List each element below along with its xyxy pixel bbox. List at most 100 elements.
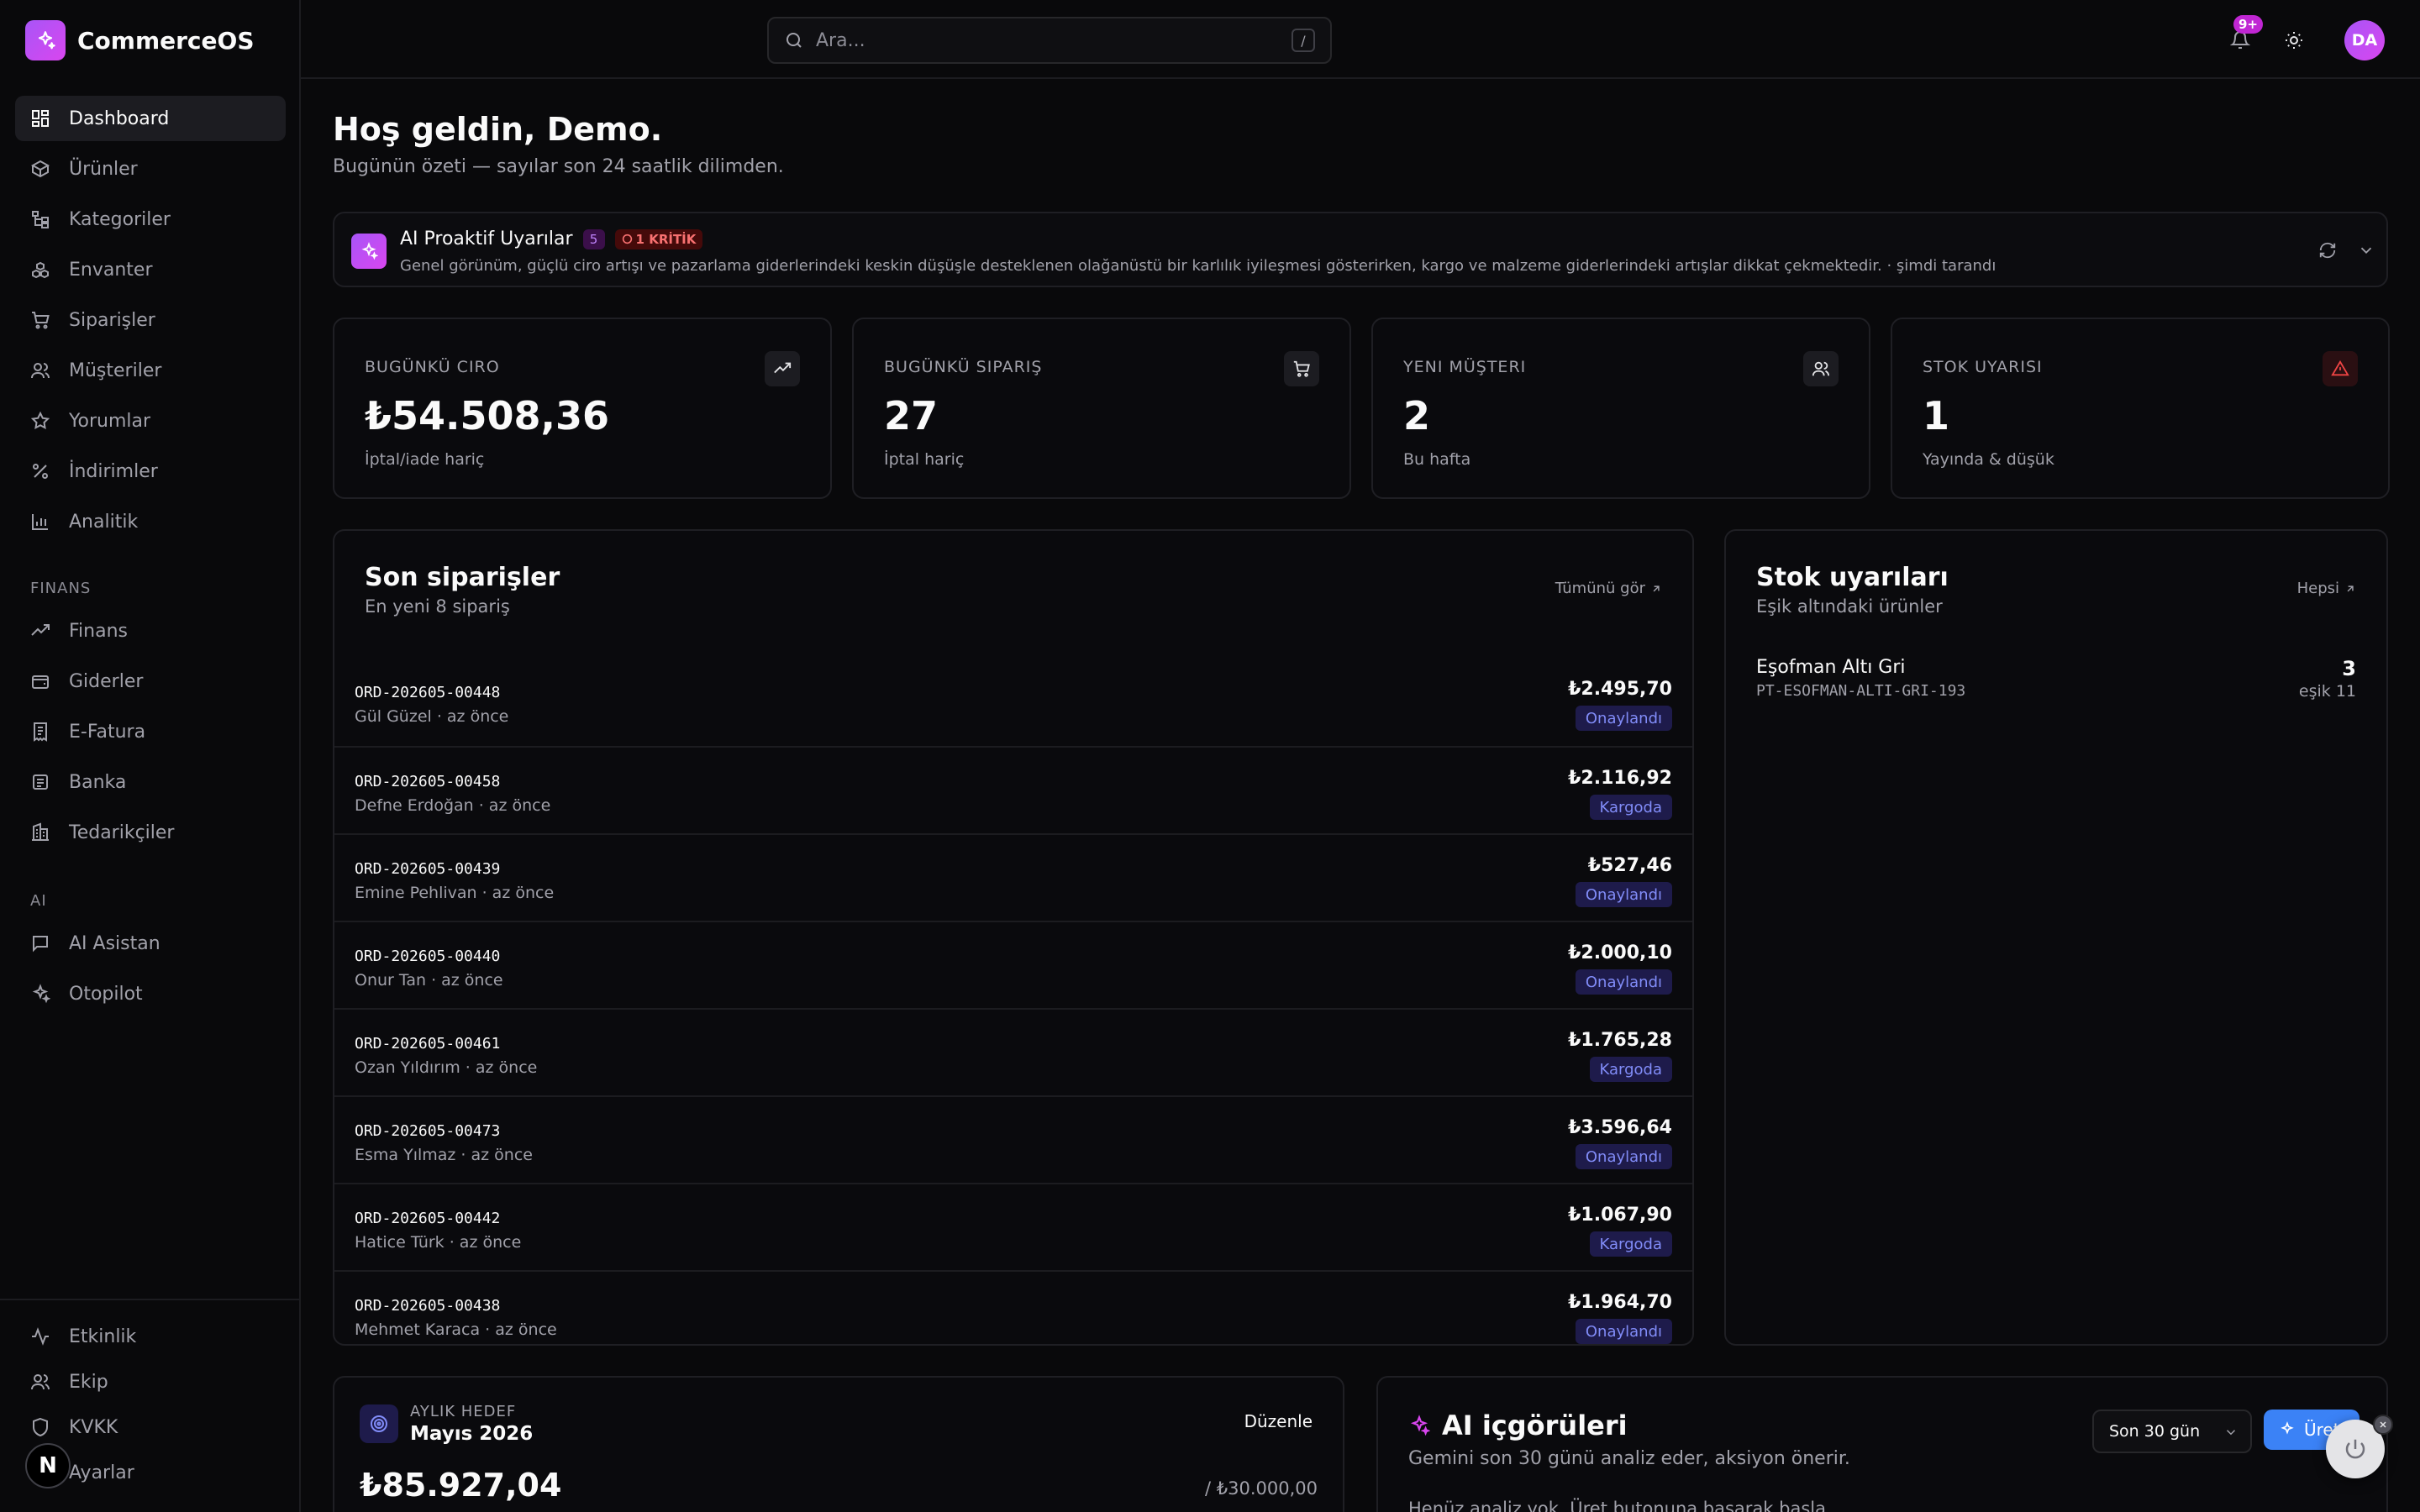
- order-meta: Ozan Yıldırım · az önce: [355, 1058, 538, 1077]
- table-row[interactable]: ORD-202605-00442 Hatice Türk · az önce ₺…: [334, 1183, 1692, 1270]
- sparkles-icon: [32, 984, 50, 1004]
- ai-alerts-title-row: AI Proaktif Uyarılar 5 1 KRİTİK: [400, 228, 703, 249]
- sun-icon: [2286, 32, 2302, 49]
- star-icon: [30, 411, 50, 430]
- nav-item-suppliers[interactable]: Tedarikçiler: [15, 810, 286, 855]
- kpi-card-revenue: BUGÜNKÜ CIRO ₺54.508,36 İptal/iade hariç: [333, 318, 832, 499]
- brand[interactable]: CommerceOS: [25, 20, 255, 60]
- receipt-icon: [34, 722, 47, 742]
- order-id: ORD-202605-00440: [355, 948, 501, 965]
- nav-item-expenses[interactable]: Giderler: [15, 659, 286, 704]
- nav-item-finance[interactable]: Finans: [15, 608, 286, 654]
- stock-item-sku: PT-ESOFMAN-ALTI-GRI-193: [1756, 682, 1966, 700]
- nav-item-products[interactable]: Ürünler: [15, 146, 286, 192]
- page-title: Hoş geldin, Demo.: [333, 111, 663, 148]
- nav-item-team[interactable]: Ekip: [15, 1359, 286, 1404]
- order-meta: Mehmet Karaca · az önce: [355, 1320, 557, 1339]
- edit-goal-button[interactable]: Düzenle: [1244, 1411, 1313, 1431]
- dashboard-icon: [32, 110, 49, 127]
- period-select-value: Son 30 gün: [2109, 1422, 2201, 1441]
- kpi-value: 27: [884, 393, 939, 438]
- notifications-badge: 9+: [2233, 15, 2264, 34]
- view-all-orders-link[interactable]: Tümünü gör: [1555, 580, 1662, 597]
- ai-insights-subtitle: Gemini son 30 günü analiz eder, aksiyon …: [1408, 1448, 1850, 1469]
- kpi-card-orders: BUGÜNKÜ SIPARIŞ 27 İptal hariç: [852, 318, 1351, 499]
- recent-orders-card: Son siparişler En yeni 8 sipariş Tümünü …: [333, 529, 1694, 1346]
- order-amount: ₺1.964,70: [1568, 1292, 1672, 1313]
- order-amount: ₺1.765,28: [1568, 1030, 1672, 1051]
- box-icon: [30, 160, 50, 178]
- table-row[interactable]: ORD-202605-00458 Defne Erdoğan · az önce…: [334, 746, 1692, 833]
- search-icon: [786, 33, 802, 48]
- order-id: ORD-202605-00439: [355, 860, 501, 878]
- table-row[interactable]: ORD-202605-00439 Emine Pehlivan · az önc…: [334, 833, 1692, 921]
- status-badge: Onaylandı: [1575, 969, 1672, 995]
- refresh-button[interactable]: [2316, 239, 2339, 262]
- nav-item-autopilot[interactable]: Otopilot: [15, 971, 286, 1016]
- nav-item-label: Tedarikçiler: [69, 822, 175, 843]
- nav-item-activity[interactable]: Etkinlik: [15, 1314, 286, 1359]
- ai-insights-title: AI içgörüleri: [1442, 1410, 1628, 1441]
- trending-up-icon: [765, 351, 800, 386]
- power-icon: [2345, 1439, 2365, 1459]
- table-row[interactable]: ORD-202605-00440 Onur Tan · az önce ₺2.0…: [334, 921, 1692, 1008]
- ai-insights-card: AI içgörüleri Gemini son 30 günü analiz …: [1376, 1376, 2388, 1512]
- kpi-label: STOK UYARISI: [1923, 358, 2043, 376]
- order-meta: Esma Yılmaz · az önce: [355, 1146, 533, 1164]
- nav-item-discounts[interactable]: İndirimler: [15, 449, 286, 494]
- table-row[interactable]: ORD-202605-00461 Ozan Yıldırım · az önce…: [334, 1008, 1692, 1095]
- nav-item-categories[interactable]: Kategoriler: [15, 197, 286, 242]
- status-badge: Onaylandı: [1575, 1319, 1672, 1344]
- table-row[interactable]: ORD-202605-00438 Mehmet Karaca · az önce…: [334, 1270, 1692, 1344]
- avatar[interactable]: DA: [2344, 20, 2385, 60]
- kpi-card-new-customers: YENI MÜŞTERI 2 Bu hafta: [1371, 318, 1870, 499]
- nav-item-ai-assistant[interactable]: AI Asistan: [15, 921, 286, 966]
- view-all-stock-link[interactable]: Hepsi: [2297, 580, 2356, 597]
- table-row[interactable]: ORD-202605-00448 Gül Güzel · az önce ₺2.…: [334, 659, 1692, 746]
- fab-close-button[interactable]: [2373, 1415, 2393, 1435]
- stock-item-name: Eşofman Altı Gri: [1756, 657, 1906, 678]
- team-icon: [31, 1374, 50, 1390]
- order-id: ORD-202605-00473: [355, 1122, 501, 1140]
- search-box[interactable]: /: [767, 17, 1332, 64]
- topbar: /: [301, 0, 2420, 79]
- nav-item-bank[interactable]: Banka: [15, 759, 286, 805]
- view-all-orders-label: Tümünü gör: [1555, 580, 1645, 597]
- nav-section-ai: AI: [30, 892, 47, 910]
- monthly-goal-card: AYLIK HEDEF Mayıs 2026 Düzenle ₺85.927,0…: [333, 1376, 1344, 1512]
- order-meta: Defne Erdoğan · az önce: [355, 796, 551, 815]
- nav-item-orders[interactable]: Siparişler: [15, 297, 286, 343]
- nav-item-einvoice[interactable]: E-Fatura: [15, 709, 286, 754]
- tree-icon: [32, 211, 49, 228]
- nav-item-label: Banka: [69, 771, 127, 793]
- critical-badge: 1 KRİTİK: [614, 228, 703, 249]
- table-row[interactable]: ORD-202605-00473 Esma Yılmaz · az önce ₺…: [334, 1095, 1692, 1183]
- nav-item-analytics[interactable]: Analitik: [15, 499, 286, 544]
- dev-tools-badge[interactable]: N: [25, 1443, 71, 1488]
- chevron-down-icon: [2226, 1430, 2236, 1436]
- nav-item-reviews[interactable]: Yorumlar: [15, 398, 286, 444]
- ai-alerts-banner[interactable]: AI Proaktif Uyarılar 5 1 KRİTİK Genel gö…: [333, 212, 2388, 287]
- theme-toggle-button[interactable]: [2277, 24, 2311, 57]
- sidebar-divider: [0, 1299, 299, 1300]
- sparkles-icon: [1410, 1415, 1430, 1436]
- nav-item-inventory[interactable]: Envanter: [15, 247, 286, 292]
- period-select[interactable]: Son 30 gün: [2092, 1410, 2252, 1453]
- order-meta: Emine Pehlivan · az önce: [355, 884, 555, 902]
- nav-item-dashboard[interactable]: Dashboard: [15, 96, 286, 141]
- wallet-icon: [32, 675, 49, 689]
- nav-item-label: Envanter: [69, 259, 153, 281]
- search-input[interactable]: [816, 29, 1270, 51]
- order-id: ORD-202605-00442: [355, 1210, 501, 1227]
- arrow-up-right-icon: [2347, 585, 2354, 591]
- kpi-sub: Bu hafta: [1403, 450, 1471, 469]
- nav-item-label: Etkinlik: [69, 1326, 137, 1347]
- arrow-up-right-icon: [1653, 585, 1660, 591]
- nav-item-kvkk[interactable]: KVKK: [15, 1404, 286, 1450]
- goal-target: / ₺30.000,00: [1205, 1478, 1318, 1499]
- order-id: ORD-202605-00461: [355, 1035, 501, 1053]
- view-all-stock-label: Hepsi: [2296, 580, 2339, 597]
- expand-button[interactable]: [2354, 239, 2378, 262]
- nav-item-label: Ürünler: [69, 158, 138, 180]
- nav-item-customers[interactable]: Müşteriler: [15, 348, 286, 393]
